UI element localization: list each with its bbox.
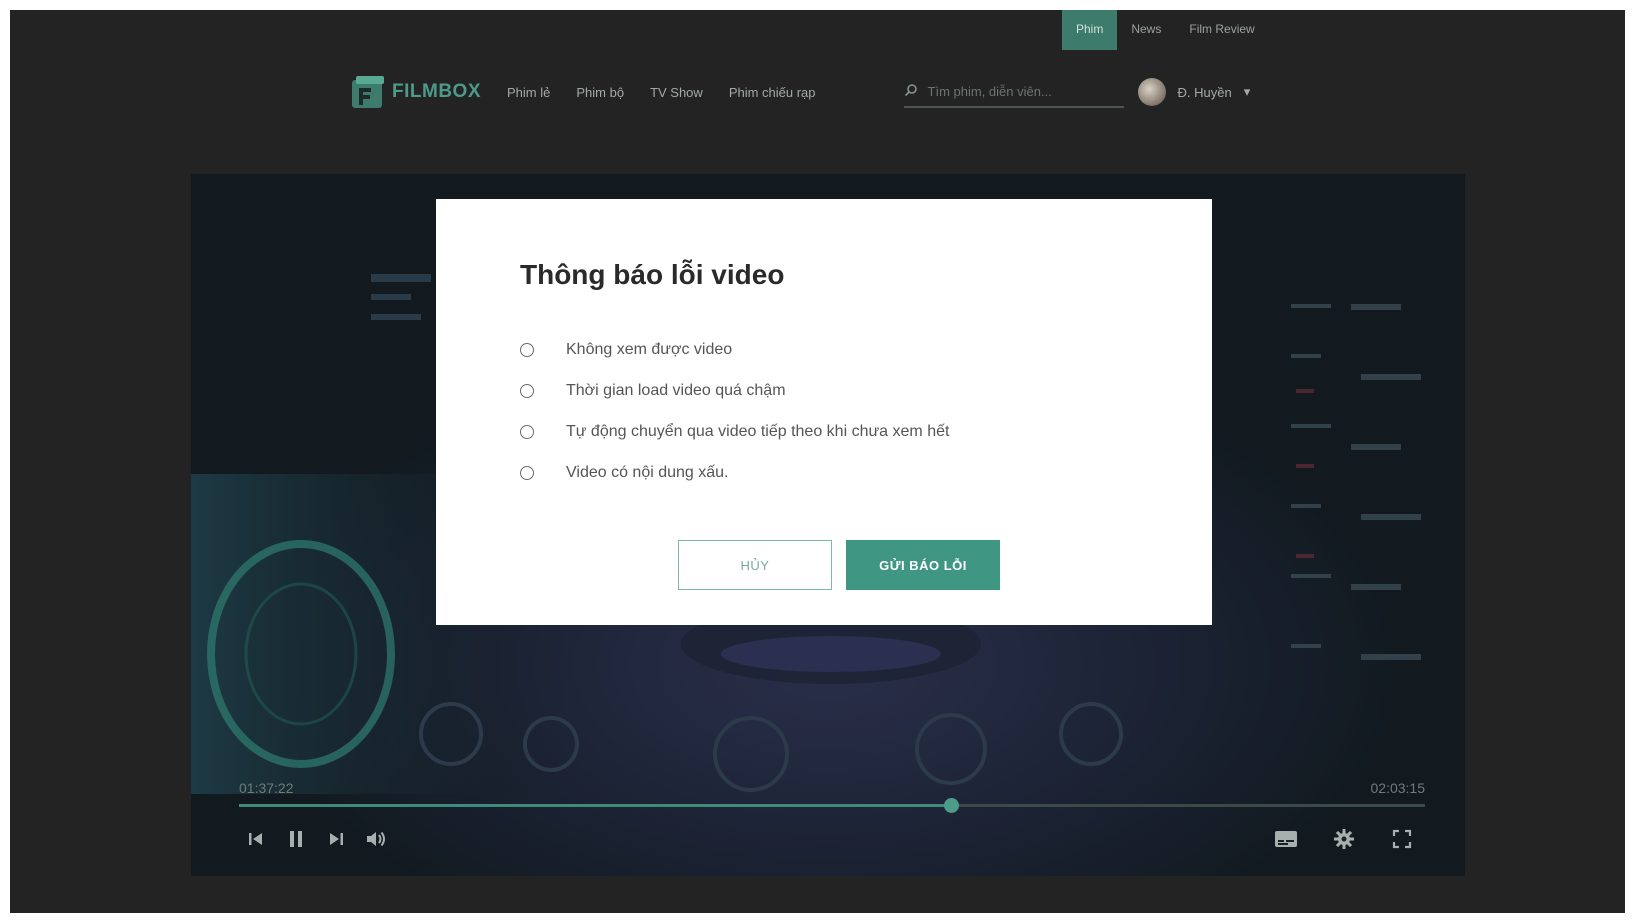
progress-thumb[interactable] bbox=[943, 798, 959, 813]
main-nav: Phim lẻ Phim bộ TV Show Phim chiếu rạp bbox=[507, 85, 816, 100]
total-time: 02:03:15 bbox=[1370, 780, 1426, 796]
report-video-error-dialog: Thông báo lỗi video Không xem được video… bbox=[436, 199, 1212, 625]
volume-icon[interactable] bbox=[359, 822, 393, 856]
user-name: Đ. Huyền bbox=[1177, 84, 1232, 100]
fullscreen-icon[interactable] bbox=[1385, 822, 1419, 856]
subtitles-icon[interactable] bbox=[1269, 822, 1303, 856]
option-label: Video có nội dung xấu. bbox=[566, 463, 729, 481]
chevron-down-icon: ▾ bbox=[1243, 84, 1251, 99]
player-controls-right bbox=[1269, 822, 1425, 856]
option-label: Tự động chuyển qua video tiếp theo khi c… bbox=[566, 422, 950, 440]
radio-button[interactable] bbox=[520, 424, 534, 439]
progress-fill bbox=[239, 804, 951, 807]
nav-item-phim-chieu-rap[interactable]: Phim chiếu rạp bbox=[729, 85, 816, 100]
current-time: 01:37:22 bbox=[239, 780, 294, 796]
dialog-title: Thông báo lỗi video bbox=[520, 259, 785, 290]
top-nav-item-film-review[interactable]: Film Review bbox=[1175, 10, 1268, 50]
cancel-button[interactable]: HỦY bbox=[678, 540, 832, 590]
avatar bbox=[1137, 78, 1166, 106]
search-placeholder: Tìm phim, diễn viên... bbox=[927, 83, 1052, 99]
error-option[interactable]: Tự động chuyển qua video tiếp theo khi c… bbox=[520, 411, 949, 452]
pause-icon[interactable] bbox=[279, 822, 313, 856]
radio-button[interactable] bbox=[520, 465, 534, 480]
error-option[interactable]: Thời gian load video quá chậm bbox=[520, 370, 949, 411]
nav-item-phim-le[interactable]: Phim lẻ bbox=[507, 85, 550, 100]
radio-button[interactable] bbox=[520, 383, 534, 398]
error-option[interactable]: Video có nội dung xấu. bbox=[520, 452, 949, 493]
user-menu[interactable]: Đ. Huyền ▾ bbox=[1137, 78, 1251, 106]
top-nav-item-phim[interactable]: Phim bbox=[1062, 10, 1118, 50]
logo-icon bbox=[350, 74, 386, 110]
previous-icon[interactable] bbox=[239, 822, 273, 856]
next-icon[interactable] bbox=[319, 822, 353, 856]
error-options: Không xem được video Thời gian load vide… bbox=[520, 329, 949, 493]
progress-bar[interactable] bbox=[239, 798, 1425, 813]
top-nav: Phim News Film Review bbox=[1062, 10, 1269, 50]
header: FILMBOX Phim lẻ Phim bộ TV Show Phim chi… bbox=[350, 66, 1300, 118]
option-label: Thời gian load video quá chậm bbox=[566, 381, 786, 399]
top-nav-item-news[interactable]: News bbox=[1117, 10, 1175, 50]
radio-button[interactable] bbox=[520, 342, 534, 357]
logo[interactable]: FILMBOX bbox=[350, 74, 481, 110]
submit-report-button[interactable]: GỬI BÁO LỖI bbox=[846, 540, 1000, 590]
error-option[interactable]: Không xem được video bbox=[520, 329, 949, 370]
option-label: Không xem được video bbox=[566, 340, 733, 358]
nav-item-phim-bo[interactable]: Phim bộ bbox=[576, 85, 624, 100]
nav-item-tv-show[interactable]: TV Show bbox=[650, 85, 703, 100]
player-controls bbox=[239, 822, 1425, 856]
search-icon bbox=[904, 83, 918, 100]
gear-icon[interactable] bbox=[1327, 822, 1361, 856]
logo-text: FILMBOX bbox=[392, 81, 481, 102]
search-input[interactable]: Tìm phim, diễn viên... bbox=[903, 76, 1124, 108]
app-frame: Phim News Film Review FILMBOX Phim lẻ Ph… bbox=[10, 10, 1625, 913]
